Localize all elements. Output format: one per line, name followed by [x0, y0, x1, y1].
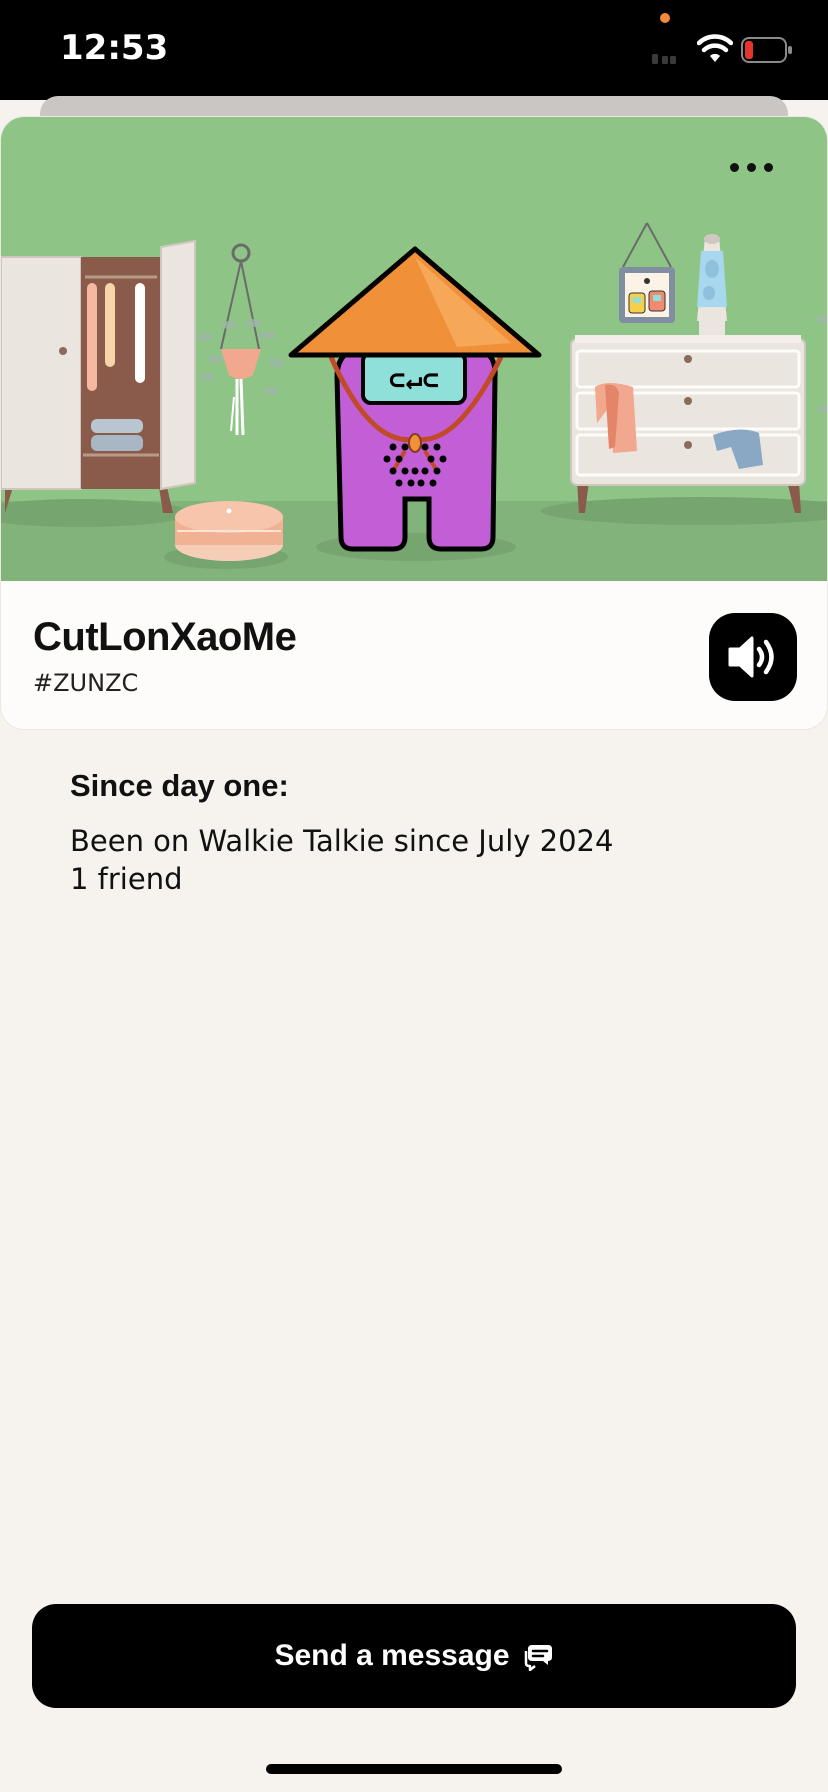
profile-tag: #ZUNZC	[33, 669, 139, 697]
wardrobe-illustration	[1, 239, 196, 513]
sound-button[interactable]	[709, 613, 797, 701]
ellipsis-icon-dot	[763, 162, 773, 172]
chat-bubbles-icon	[524, 1645, 552, 1671]
since-day-one-title: Since day one:	[70, 768, 289, 803]
friends-count-text: 1 friend	[70, 862, 183, 896]
cellular-signal-icon	[652, 54, 676, 64]
send-message-label: Send a message	[274, 1639, 510, 1672]
ellipsis-icon-dot	[746, 162, 756, 172]
svg-text:⊂↵⊂: ⊂↵⊂	[389, 363, 440, 396]
ellipsis-icon-dot	[729, 162, 739, 172]
profile-name: CutLonXaoMe	[33, 615, 297, 659]
home-indicator[interactable]	[266, 1764, 562, 1774]
wifi-icon	[697, 34, 733, 62]
status-bar: 12:53	[0, 0, 828, 100]
speaker-icon	[728, 636, 774, 678]
profile-card: ⊂↵⊂ CutLonXaoMe #ZUNZC	[0, 116, 828, 730]
floor-cushion-illustration	[175, 501, 283, 561]
avatar-room-illustration: ⊂↵⊂	[1, 117, 827, 581]
more-options-button[interactable]	[719, 147, 783, 187]
battery-icon	[741, 37, 792, 63]
privacy-indicator-icon	[660, 13, 670, 23]
send-message-button[interactable]: Send a message	[32, 1604, 796, 1708]
joined-date-text: Been on Walkie Talkie since July 2024	[70, 824, 614, 858]
status-time: 12:53	[60, 28, 169, 68]
